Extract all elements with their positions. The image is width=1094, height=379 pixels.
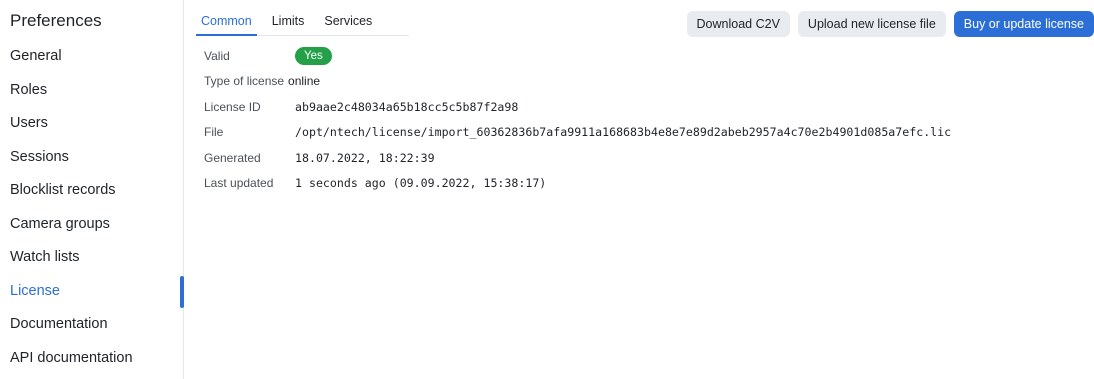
tab-limits[interactable]: Limits (267, 8, 310, 36)
license-info: Valid Yes Type of license online License… (204, 43, 951, 196)
sidebar-item-general[interactable]: General (0, 40, 184, 74)
generated-value: 18.07.2022, 18:22:39 (295, 150, 435, 165)
last-updated-row: Last updated 1 seconds ago (09.09.2022, … (204, 171, 951, 197)
tab-services[interactable]: Services (319, 8, 377, 36)
sidebar-item-users[interactable]: Users (0, 107, 184, 141)
download-c2v-button[interactable]: Download C2V (686, 11, 790, 37)
sidebar-item-documentation[interactable]: Documentation (0, 308, 184, 342)
sidebar-item-watch-lists[interactable]: Watch lists (0, 241, 184, 275)
sidebar-nav: General Roles Users Sessions Blocklist r… (0, 40, 184, 375)
sidebar-item-license[interactable]: License (0, 275, 184, 309)
generated-row: Generated 18.07.2022, 18:22:39 (204, 145, 951, 171)
generated-label: Generated (204, 150, 261, 165)
type-row: Type of license online (204, 69, 951, 95)
sidebar-item-blocklist-records[interactable]: Blocklist records (0, 174, 184, 208)
last-updated-value: 1 seconds ago (09.09.2022, 15:38:17) (295, 176, 547, 191)
license-id-label: License ID (204, 99, 261, 114)
license-id-value: ab9aae2c48034a65b18cc5c5b87f2a98 (295, 99, 519, 114)
upload-license-button[interactable]: Upload new license file (797, 11, 946, 37)
app-window: Preferences General Roles Users Sessions… (0, 0, 1094, 379)
sidebar: Preferences General Roles Users Sessions… (0, 0, 184, 379)
sidebar-title: Preferences (10, 11, 102, 30)
valid-row: Valid Yes (204, 43, 951, 69)
type-value: online (288, 74, 321, 89)
buy-update-license-button[interactable]: Buy or update license (953, 11, 1094, 37)
sidebar-item-sessions[interactable]: Sessions (0, 141, 184, 175)
license-tabs: Common Limits Services (196, 8, 409, 36)
license-id-row: License ID ab9aae2c48034a65b18cc5c5b87f2… (204, 94, 951, 120)
sidebar-item-api-documentation[interactable]: API documentation (0, 342, 184, 376)
file-label: File (204, 125, 224, 140)
sidebar-item-camera-groups[interactable]: Camera groups (0, 208, 184, 242)
last-updated-label: Last updated (204, 176, 274, 191)
file-row: File /opt/ntech/license/import_60362836b… (204, 120, 951, 146)
sidebar-item-roles[interactable]: Roles (0, 74, 184, 108)
license-actions: Download C2V Upload new license file Buy… (686, 11, 1094, 37)
type-label: Type of license (204, 74, 285, 89)
tab-common[interactable]: Common (196, 8, 257, 36)
valid-label: Valid (204, 48, 230, 63)
valid-status-badge: Yes (295, 46, 332, 65)
file-path-value: /opt/ntech/license/import_60362836b7afa9… (295, 125, 952, 140)
